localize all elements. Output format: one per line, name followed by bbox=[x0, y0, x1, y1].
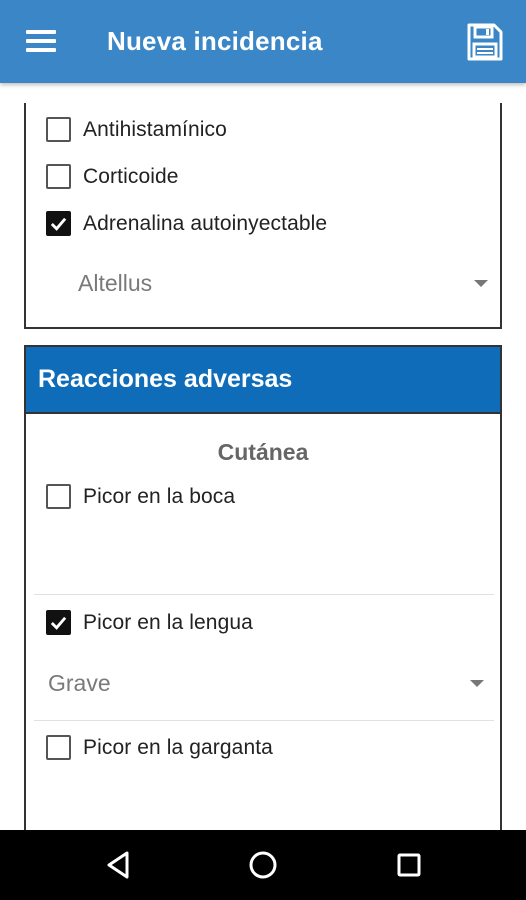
checkbox[interactable] bbox=[46, 735, 71, 760]
checkbox-label: Antihistamínico bbox=[83, 117, 227, 141]
app-bar: Nueva incidencia bbox=[0, 0, 526, 83]
checkbox-row-antihistaminico[interactable]: Antihistamínico bbox=[46, 117, 227, 142]
recents-button[interactable] bbox=[392, 848, 426, 882]
brand-select-value: Altellus bbox=[78, 269, 153, 296]
home-button[interactable] bbox=[246, 848, 280, 882]
category-heading: Cutánea bbox=[217, 439, 309, 465]
brand-select[interactable]: Altellus bbox=[78, 263, 488, 303]
divider bbox=[34, 594, 494, 595]
checkbox-row-picor-garganta[interactable]: Picor en la garganta bbox=[46, 735, 273, 760]
checkbox[interactable] bbox=[46, 164, 71, 189]
checkbox-label: Picor en la boca bbox=[83, 484, 236, 508]
checkbox-label: Adrenalina autoinyectable bbox=[83, 211, 328, 235]
home-circle-icon bbox=[249, 851, 277, 879]
menu-button[interactable] bbox=[22, 26, 60, 56]
checkbox-checked[interactable] bbox=[46, 211, 71, 236]
checkbox[interactable] bbox=[46, 484, 71, 509]
checkmark-icon bbox=[50, 217, 67, 231]
adverse-reactions-card: Reacciones adversas Cutánea Picor en la … bbox=[24, 345, 502, 830]
save-button[interactable] bbox=[466, 22, 504, 62]
checkbox-row-picor-lengua[interactable]: Picor en la lengua bbox=[46, 610, 253, 635]
severity-select-value: Grave bbox=[48, 669, 111, 696]
hamburger-menu-icon bbox=[26, 30, 56, 34]
content-area[interactable]: Antihistamínico Corticoide Adrenalina au… bbox=[0, 83, 526, 830]
recents-square-icon bbox=[397, 853, 421, 877]
checkbox-row-picor-boca[interactable]: Picor en la boca bbox=[46, 484, 235, 509]
system-nav-bar bbox=[0, 830, 526, 900]
checkbox[interactable] bbox=[46, 117, 71, 142]
checkbox-row-adrenalina[interactable]: Adrenalina autoinyectable bbox=[46, 211, 327, 236]
checkmark-icon bbox=[50, 616, 67, 630]
floppy-disk-save-icon bbox=[467, 23, 503, 61]
checkbox-label: Picor en la lengua bbox=[83, 610, 253, 634]
page-title: Nueva incidencia bbox=[107, 26, 323, 56]
dropdown-arrow-icon bbox=[474, 280, 488, 287]
checkbox-row-corticoide[interactable]: Corticoide bbox=[46, 164, 179, 189]
checkbox-checked[interactable] bbox=[46, 610, 71, 635]
severity-select[interactable]: Grave bbox=[48, 663, 484, 703]
checkbox-label: Picor en la garganta bbox=[83, 735, 273, 759]
dropdown-arrow-icon bbox=[470, 680, 484, 687]
divider bbox=[34, 720, 494, 721]
section-title: Reacciones adversas bbox=[38, 365, 293, 393]
back-triangle-icon bbox=[107, 851, 129, 879]
section-header: Reacciones adversas bbox=[26, 347, 500, 414]
checkbox-label: Corticoide bbox=[83, 164, 179, 188]
medication-card: Antihistamínico Corticoide Adrenalina au… bbox=[24, 103, 502, 329]
back-button[interactable] bbox=[101, 848, 135, 882]
